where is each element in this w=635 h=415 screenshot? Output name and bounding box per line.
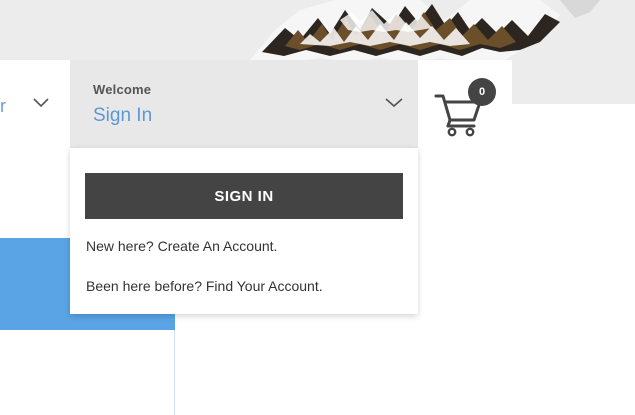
divider <box>174 330 175 415</box>
new-here-line: New here? Create An Account. <box>86 238 277 254</box>
account-menu-toggle[interactable]: Welcome Sign In <box>70 60 418 148</box>
been-here-line: Been here before? Find Your Account. <box>86 278 323 294</box>
sign-in-button[interactable]: SIGN IN <box>85 173 403 219</box>
chevron-down-icon <box>384 96 404 114</box>
page: r Welcome Sign In 0 SIGN IN New here? Cr… <box>0 0 635 415</box>
account-dropdown: SIGN IN New here? Create An Account. Bee… <box>70 148 418 314</box>
find-account-link[interactable]: Find Your Account. <box>206 278 323 294</box>
new-here-label: New here? <box>86 238 158 254</box>
sign-in-link[interactable]: Sign In <box>93 105 152 127</box>
nav-partial-label: r <box>0 96 6 116</box>
been-here-label: Been here before? <box>86 278 206 294</box>
cart-count-badge: 0 <box>468 78 496 106</box>
chevron-down-icon[interactable] <box>32 96 50 114</box>
cart-button[interactable]: 0 <box>418 60 512 148</box>
create-account-link[interactable]: Create An Account. <box>158 238 278 254</box>
welcome-label: Welcome <box>93 82 152 97</box>
nav-strip: r <box>0 60 70 148</box>
